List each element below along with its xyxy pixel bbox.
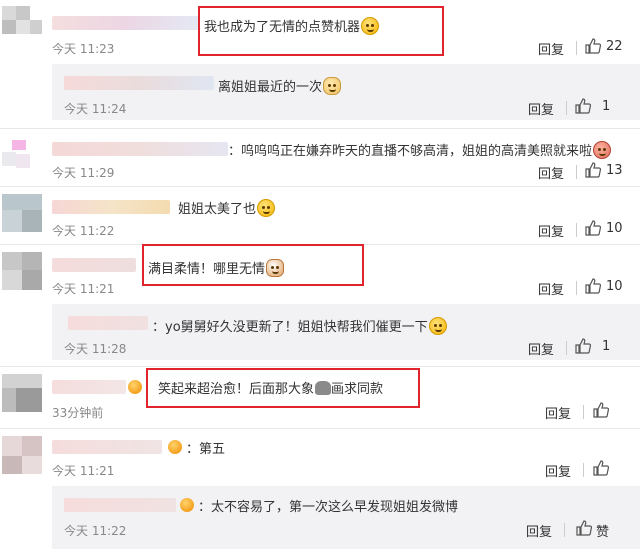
avatar[interactable] [2,374,42,414]
thumb-up-icon[interactable] [575,98,591,114]
divider [576,41,577,55]
username-blurred[interactable] [64,498,176,512]
like-count: 1 [602,99,611,114]
username-blurred[interactable] [52,16,200,30]
username-blurred[interactable] [52,258,136,272]
divider [583,463,584,477]
member-badge-icon [180,498,194,512]
like-count: 22 [606,39,623,54]
reply-button[interactable]: 回复 [526,521,552,540]
like-count: 10 [606,221,623,236]
comment-text: 姐姐太美了也 [178,198,276,217]
dog-emoji-icon [323,77,342,95]
tongue-emoji-icon [428,317,447,335]
reply-button[interactable]: 回复 [545,403,571,422]
thumb-up-icon[interactable] [585,220,601,236]
pig-emoji-icon [593,141,612,159]
highlight-box [146,368,420,408]
thumb-up-icon[interactable] [593,460,609,476]
highlight-box [198,6,444,56]
username-blurred[interactable] [68,316,148,330]
divider [566,341,567,355]
like-count: 13 [606,163,623,178]
highlight-box [142,244,364,286]
divider [583,405,584,419]
comment-time: 今天 11:22 [52,224,115,238]
shy-emoji-icon [257,199,276,217]
member-badge-icon [128,380,142,394]
username-blurred[interactable] [52,200,170,214]
divider [576,281,577,295]
username-blurred[interactable] [52,380,126,394]
reply-text: 离姐姐最近的一次 [218,76,342,95]
thumb-up-icon[interactable] [585,278,601,294]
username-blurred[interactable] [52,440,162,454]
comment-time: 今天 11:21 [52,464,115,478]
separator [0,128,640,129]
comment-time: 今天 11:23 [52,42,115,56]
reply-time: 今天 11:22 [64,524,127,538]
divider [576,165,577,179]
like-label[interactable]: 赞 [596,521,609,540]
reply-text: ：太不容易了，第一次这么早发现姐姐发微博 [198,500,459,515]
reply-button[interactable]: 回复 [545,461,571,480]
reply-button[interactable]: 回复 [528,99,554,118]
separator [0,186,640,187]
avatar[interactable] [2,436,42,476]
separator [0,428,640,429]
reply-text: ：yo舅舅好久没更新了！姐姐快帮我们催更一下 [152,316,447,335]
username-blurred[interactable] [52,142,228,156]
avatar[interactable] [2,6,42,46]
thumb-up-icon[interactable] [585,162,601,178]
reply-button[interactable]: 回复 [538,279,564,298]
reply-button[interactable]: 回复 [538,39,564,58]
reply-button[interactable]: 回复 [538,221,564,240]
thumb-up-icon[interactable] [585,38,601,54]
comment-time: 今天 11:29 [52,166,115,180]
thumb-up-icon[interactable] [593,402,609,418]
comment-time: 今天 11:21 [52,282,115,296]
thumb-up-icon[interactable] [576,520,592,536]
avatar[interactable] [2,136,42,176]
comment-time: 33分钟前 [52,406,104,420]
reply-button[interactable]: 回复 [538,163,564,182]
comment-text: ：第五 [186,442,226,457]
comment-text: ：呜呜呜正在嫌弃昨天的直播不够高清，姐姐的高清美照就来啦 [228,140,612,159]
reply-time: 今天 11:24 [64,102,127,116]
thumb-up-icon[interactable] [575,338,591,354]
divider [564,523,565,537]
member-badge-icon [168,440,182,454]
like-count: 1 [602,339,611,354]
avatar[interactable] [2,194,42,234]
reply-button[interactable]: 回复 [528,339,554,358]
divider [576,223,577,237]
reply-time: 今天 11:28 [64,342,127,356]
divider [566,101,567,115]
separator [0,366,640,367]
avatar[interactable] [2,252,42,292]
like-count: 10 [606,279,623,294]
username-blurred[interactable] [64,76,214,90]
